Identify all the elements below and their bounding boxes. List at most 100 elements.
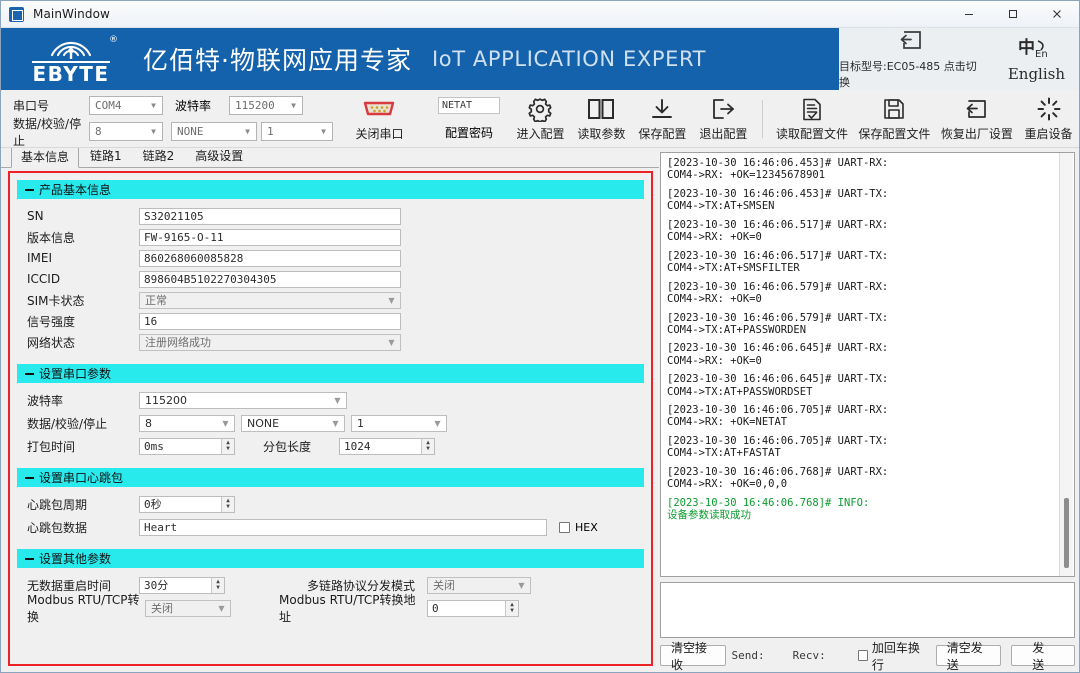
close-button[interactable]: [1035, 1, 1079, 27]
modbus-addr-stepper[interactable]: 0 ▲ ▼: [427, 599, 519, 617]
log-body: COM4->TX:AT+SMSFILTER: [667, 261, 800, 274]
log-body: COM4->RX: +OK=12345678901: [667, 169, 826, 182]
chevron-down-icon: ▼: [218, 603, 225, 613]
multilink-select[interactable]: 关闭 ▼: [427, 576, 531, 594]
enter-config-button[interactable]: 进入配置: [510, 92, 571, 146]
log-scrollbar-thumb[interactable]: [1064, 498, 1069, 568]
log-body: COM4->RX: +OK=0: [667, 292, 762, 305]
log-area: [2023-10-30 16:46:06.453]# UART-RX: COM4…: [659, 148, 1079, 672]
target-model-switch[interactable]: 目标型号:EC05-485 点击切换: [839, 28, 986, 90]
log-entry: [2023-10-30 16:46:06.705]# UART-RX: COM4…: [667, 404, 1068, 428]
reboot-device-button[interactable]: 重启设备: [1018, 92, 1079, 146]
save-config-file-label: 保存配置文件: [858, 127, 931, 141]
toolbar-divider: [761, 99, 763, 138]
minimize-button[interactable]: [947, 1, 991, 27]
read-params-button[interactable]: 读取参数: [571, 92, 632, 146]
factory-reset-label: 恢复出厂设置: [940, 127, 1013, 141]
send-input[interactable]: [660, 582, 1075, 638]
clear-send-button[interactable]: 清空发送: [935, 641, 1002, 672]
hex-checkbox[interactable]: [559, 521, 570, 533]
log-header: [2023-10-30 16:46:06.768]# INFO:: [667, 496, 870, 509]
port-value: COM4: [95, 99, 122, 112]
log-entry: [2023-10-30 16:46:06.705]# UART-TX: COM4…: [667, 435, 1068, 459]
sim-status-select[interactable]: 正常 ▼: [139, 291, 401, 309]
send-button[interactable]: 发送: [1011, 641, 1076, 672]
modbus-select[interactable]: 关闭 ▼: [145, 599, 231, 617]
save-config-button[interactable]: 保存配置: [632, 92, 693, 146]
field-row-sn: SN S32021105: [27, 207, 640, 225]
pack-time-stepper[interactable]: 0ms ▲ ▼: [139, 437, 235, 455]
stepper-arrows-icon[interactable]: ▲ ▼: [505, 600, 518, 616]
svg-text:中: 中: [1018, 37, 1035, 58]
recv-count-label: Recv:: [792, 649, 826, 662]
stepper-arrows-icon[interactable]: ▲ ▼: [221, 496, 234, 512]
chevron-down-icon: ▼: [434, 418, 441, 428]
parity-value: NONE: [177, 125, 204, 138]
field-row-network: 网络状态 注册网络成功 ▼: [27, 333, 640, 351]
signal-input[interactable]: 16: [139, 312, 401, 330]
read-config-file-button[interactable]: 读取配置文件: [771, 92, 853, 146]
close-serial-port-button[interactable]: 关闭串口: [349, 92, 410, 146]
banner-title-cn: 亿佰特·物联网应用专家: [143, 46, 412, 75]
tab-link2[interactable]: 链路2: [133, 148, 185, 167]
log-entry: [2023-10-30 16:46:06.579]# UART-TX: COM4…: [667, 312, 1068, 336]
maximize-button[interactable]: [991, 1, 1035, 27]
log-entry-info: [2023-10-30 16:46:06.768]# INFO: 设备参数读取成…: [667, 497, 1068, 521]
exit-config-button[interactable]: 退出配置: [693, 92, 754, 146]
port-select[interactable]: COM4 ▼: [89, 96, 163, 115]
config-password-input[interactable]: NETAT: [437, 96, 500, 114]
parity-select[interactable]: NONE ▼: [171, 122, 257, 141]
serial-stop-bits-select[interactable]: 1 ▼: [351, 414, 447, 432]
pack-len-stepper[interactable]: 1024 ▲ ▼: [339, 437, 435, 455]
chevron-down-icon: ▼: [334, 395, 341, 405]
field-row-hb-data: 心跳包数据 Heart HEX: [27, 518, 640, 536]
crlf-checkbox[interactable]: [857, 650, 868, 661]
iccid-label: ICCID: [27, 272, 61, 286]
save-config-file-button[interactable]: 保存配置文件: [853, 92, 935, 146]
imei-label: IMEI: [27, 251, 53, 265]
stop-bits-select[interactable]: 1 ▼: [261, 122, 333, 141]
document-check-icon: [800, 95, 824, 123]
tab-basic-info[interactable]: 基本信息: [11, 148, 80, 168]
iccid-input[interactable]: 898604B5102270304305: [139, 270, 401, 288]
log-output[interactable]: [2023-10-30 16:46:06.453]# UART-RX: COM4…: [660, 152, 1075, 577]
stop-bits-value: 1: [267, 125, 274, 138]
hb-period-stepper[interactable]: 0秒 ▲ ▼: [139, 495, 235, 513]
section-dash-icon: [25, 557, 34, 560]
stepper-arrows-icon[interactable]: ▲ ▼: [211, 577, 224, 593]
tab-advanced[interactable]: 高级设置: [185, 148, 253, 167]
serial-data-bits-value: 8: [145, 416, 152, 430]
data-bits-select[interactable]: 8 ▼: [89, 122, 163, 141]
banner-right-area: 目标型号:EC05-485 点击切换 中 En English: [839, 28, 1079, 90]
factory-reset-button[interactable]: 恢复出厂设置: [936, 92, 1018, 146]
network-status-label: 网络状态: [27, 335, 76, 350]
sn-input[interactable]: S32021105: [139, 207, 401, 225]
stepper-arrows-icon[interactable]: ▲ ▼: [221, 438, 234, 454]
language-switch[interactable]: 中 En English: [1008, 36, 1065, 83]
log-header: [2023-10-30 16:46:06.453]# UART-RX:: [667, 157, 889, 169]
serial-connector-icon: [362, 95, 396, 123]
network-status-select[interactable]: 注册网络成功 ▼: [139, 333, 401, 351]
tab-link1[interactable]: 链路1: [80, 148, 132, 167]
modbus-addr-label: Modbus RTU/TCP转换地址: [279, 593, 416, 624]
svg-text:En: En: [1035, 49, 1048, 60]
baud-select[interactable]: 115200 ▼: [229, 96, 303, 115]
enter-config-label: 进入配置: [516, 127, 565, 141]
pack-len-label: 分包长度: [263, 439, 312, 454]
serial-baud-select[interactable]: 115200 ▼: [139, 391, 347, 409]
serial-parity-value: NONE: [247, 416, 280, 430]
hb-data-input[interactable]: Heart: [139, 518, 547, 536]
log-scrollbar[interactable]: [1059, 153, 1073, 576]
serial-parity-select[interactable]: NONE ▼: [241, 414, 345, 432]
stepper-arrows-icon[interactable]: ▲ ▼: [421, 438, 434, 454]
clear-receive-button[interactable]: 清空接收: [660, 641, 726, 672]
baud-value: 115200: [235, 99, 275, 112]
crlf-checkbox-group[interactable]: 加回车换行: [857, 639, 926, 673]
version-input[interactable]: FW-9165-O-11: [139, 228, 401, 246]
imei-input[interactable]: 860268060085828: [139, 249, 401, 267]
maximize-icon: [1009, 10, 1017, 18]
serial-data-bits-select[interactable]: 8 ▼: [139, 414, 235, 432]
read-config-file-label: 读取配置文件: [775, 127, 848, 141]
restore-icon: [964, 95, 990, 123]
nodata-reboot-stepper[interactable]: 30分 ▲ ▼: [139, 576, 225, 594]
